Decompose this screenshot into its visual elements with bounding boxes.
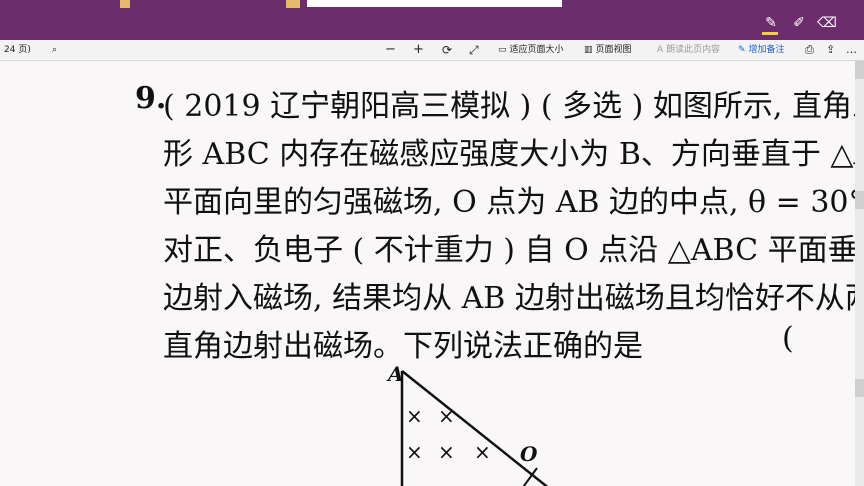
fit-page-icon: ▭ — [498, 45, 507, 55]
page-view-label: 页面视图 — [595, 45, 632, 55]
field-mark: × — [406, 404, 423, 428]
more-icon[interactable]: … — [846, 40, 857, 60]
browser-tab[interactable] — [286, 0, 300, 8]
fullscreen-icon[interactable]: ⤢ — [469, 40, 479, 60]
active-tab[interactable] — [307, 0, 562, 7]
field-mark: × — [438, 440, 455, 464]
pen-icon[interactable]: ✎ — [760, 12, 782, 34]
point-o-label: O — [520, 442, 538, 466]
read-aloud-label: 朗读此页内容 — [666, 45, 721, 55]
field-mark: × — [406, 440, 423, 464]
problem-line-6: 直角边射出磁场。下列说法正确的是 — [163, 329, 643, 364]
page-view-button[interactable]: ▥ 页面视图 — [584, 40, 632, 60]
answer-bracket: ( — [782, 321, 794, 356]
problem-number: 9. — [135, 81, 167, 116]
scrollbar-thumb[interactable] — [855, 61, 864, 79]
zoom-in-button[interactable]: + — [413, 40, 424, 60]
rotate-icon[interactable]: ⟳ — [442, 40, 452, 60]
page-view-icon: ▥ — [584, 45, 593, 55]
add-notes-icon: ✎ — [738, 45, 746, 55]
pen-color-indicator — [762, 32, 778, 35]
problem-line-1: ( 2019 辽宁朝阳高三模拟 ) ( 多选 ) 如图所示, 直角三角 — [163, 89, 864, 124]
read-aloud-icon: A — [657, 45, 664, 55]
browser-tab[interactable] — [120, 0, 130, 8]
print-icon[interactable]: ⎙ — [805, 40, 814, 60]
problem-line-5: 边射入磁场, 结果均从 AB 边射出磁场且均恰好不从两 — [163, 281, 864, 316]
problem-line-2: 形 ABC 内存在磁感应强度大小为 B、方向垂直于 △AB — [163, 137, 864, 172]
eraser-icon[interactable]: ⌫ — [816, 12, 838, 34]
reader-toolbar: 24 页) ⌕ − + ⟳ ⤢ ▭ 适应页面大小 ▥ 页面视图 A 朗读此页内容 ✎ 增… — [0, 40, 864, 61]
problem-line-4: 对正、负电子 ( 不计重力 ) 自 O 点沿 △ABC 平面垂直 A — [163, 233, 864, 268]
search-icon[interactable]: ⌕ — [52, 40, 57, 60]
page-indicator: 24 页) — [4, 45, 31, 55]
triangle-figure: A O × × × × × — [386, 362, 549, 486]
vertex-a-label: A — [386, 362, 404, 386]
scrollbar-marker — [855, 191, 864, 209]
add-notes-button[interactable]: ✎ 增加备注 — [738, 40, 785, 60]
edge-ab — [401, 370, 549, 486]
read-aloud-button[interactable]: A 朗读此页内容 — [657, 40, 720, 60]
title-bar: ✎ ✐ ⌫ — [0, 0, 864, 40]
fit-page-button[interactable]: ▭ 适应页面大小 — [498, 40, 564, 60]
highlighter-icon[interactable]: ✐ — [788, 12, 810, 34]
document-page: 9. ( 2019 辽宁朝阳高三模拟 ) ( 多选 ) 如图所示, 直角三角 形… — [0, 61, 864, 486]
zoom-out-button[interactable]: − — [385, 40, 396, 60]
field-mark: × — [438, 404, 455, 428]
field-mark: × — [474, 440, 491, 464]
share-icon[interactable]: ⇪ — [826, 40, 835, 60]
add-notes-label: 增加备注 — [748, 45, 785, 55]
scrollbar[interactable] — [855, 61, 864, 486]
problem-line-3: 平面向里的匀强磁场, O 点为 AB 边的中点, θ = 30°。一 — [163, 185, 864, 220]
fit-page-label: 适应页面大小 — [509, 45, 564, 55]
scrollbar-marker — [855, 379, 864, 397]
